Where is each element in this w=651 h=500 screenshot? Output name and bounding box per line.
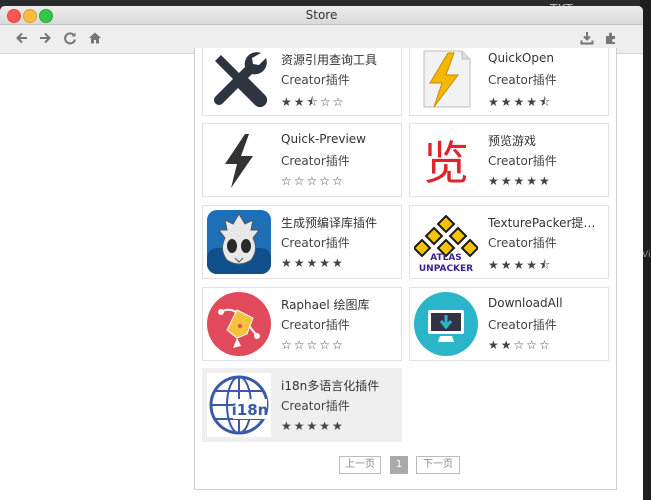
bolt-icon [207,128,271,192]
title-bar: Store [0,6,643,25]
rating-stars: ★★★★⯪ [488,95,553,109]
rating-stars: ★★★★★ [281,419,345,433]
plugin-name: 预览游戏 [488,134,537,148]
preview-logo-text: 览 [423,136,469,190]
plugin-card-preview-game[interactable]: 览 预览游戏 Creator插件 ★★★★★ [409,123,609,197]
prev-page-button[interactable]: 上一页 [339,456,381,474]
forward-arrow-icon[interactable] [37,31,53,47]
download-monitor-icon [414,292,478,356]
plugin-name: TexturePacker提取… [488,216,606,230]
plugin-card-resource-ref[interactable]: 资源引用查询工具 Creator插件 ★★⯪☆☆ [202,48,402,116]
plugin-category: Creator插件 [488,154,557,168]
rating-stars: ☆☆☆☆☆ [281,338,345,352]
rating-stars: ★★★★★ [281,256,345,270]
plugin-name: Raphael 绘图库 [281,298,370,312]
rating-stars: ★★☆☆☆ [488,338,552,352]
background-side-text: Vic [642,250,651,260]
plugin-category: Creator插件 [281,318,350,332]
plugin-name: QuickOpen [488,51,554,65]
store-window: Store 资源引用查询工具 Creator插件 ★★⯪☆☆ QuickOpen… [0,6,643,500]
plugin-category: Creator插件 [281,236,350,250]
home-icon[interactable] [87,31,103,47]
cocos-mascot-icon [207,210,271,274]
next-page-button[interactable]: 下一页 [416,456,460,474]
refresh-icon[interactable] [62,31,78,47]
window-title: Store [305,8,338,22]
download-icon[interactable] [579,31,595,47]
back-arrow-icon[interactable] [14,31,30,47]
plugin-card-raphael[interactable]: Raphael 绘图库 Creator插件 ☆☆☆☆☆ [202,287,402,361]
plugin-name: DownloadAll [488,296,563,310]
plugin-card-precompile[interactable]: 生成预编译库插件 Creator插件 ★★★★★ [202,205,402,279]
plugin-icon[interactable] [603,31,619,47]
rating-stars: ★★★★★ [488,174,552,188]
unpacker-label: UNPACKER [419,264,473,274]
pen-tool-icon [207,292,271,356]
plugin-category: Creator插件 [488,236,557,250]
plugin-category: Creator插件 [488,73,557,87]
atlas-label: ATLAS [430,253,462,263]
store-content: 资源引用查询工具 Creator插件 ★★⯪☆☆ QuickOpen Creat… [0,48,643,500]
pagination: 上一页 1 下一页 [195,456,616,474]
plugin-category: Creator插件 [281,399,350,413]
rating-stars: ☆☆☆☆☆ [281,174,345,188]
plugin-card-downloadall[interactable]: DownloadAll Creator插件 ★★☆☆☆ [409,287,609,361]
plugin-card-i18n[interactable]: i18n i18n多语言化插件 Creator插件 ★★★★★ [202,368,402,442]
plugin-list-panel: 资源引用查询工具 Creator插件 ★★⯪☆☆ QuickOpen Creat… [194,48,617,490]
plugin-card-quick-preview[interactable]: Quick-Preview Creator插件 ☆☆☆☆☆ [202,123,402,197]
atlas-unpacker-icon: ATLAS UNPACKER [412,210,480,274]
rating-stars: ★★★★⯪ [488,258,553,272]
plugin-card-texturepacker[interactable]: ATLAS UNPACKER TexturePacker提取… Creator插… [409,205,609,279]
plugin-name: 资源引用查询工具 [281,53,378,67]
plugin-category: Creator插件 [281,154,350,168]
rating-stars: ★★⯪☆☆ [281,95,346,109]
plugin-category: Creator插件 [488,318,557,332]
plugin-name: Quick-Preview [281,132,366,146]
tools-icon [207,48,271,111]
plugin-category: Creator插件 [281,73,350,87]
page-number-button[interactable]: 1 [390,456,408,474]
plugin-card-quickopen[interactable]: QuickOpen Creator插件 ★★★★⯪ [409,48,609,116]
globe-i18n-icon: i18n [207,373,271,437]
preview-logo-icon: 览 [414,128,478,192]
plugin-name: i18n多语言化插件 [281,379,380,393]
plugin-name: 生成预编译库插件 [281,216,378,230]
lightning-file-icon [414,48,478,111]
i18n-label: i18n [232,401,269,419]
